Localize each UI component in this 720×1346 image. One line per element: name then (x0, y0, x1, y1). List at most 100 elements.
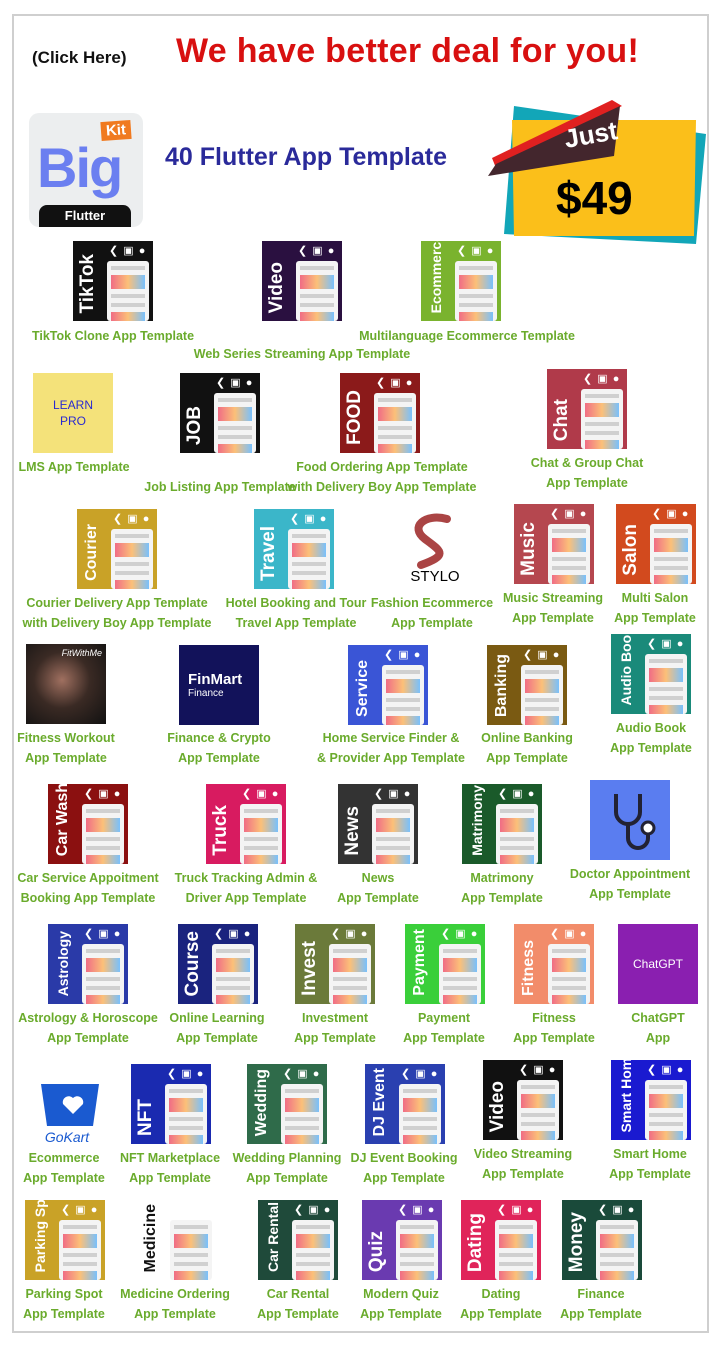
template-caption-multilanguage-ecommerce-template[interactable]: Multilanguage Ecommerce Template (347, 326, 587, 346)
tile-label: Quiz (366, 1230, 387, 1272)
platform-icons: ❮ ▣ ● (113, 512, 150, 525)
template-thumbnail-investment-app-template[interactable]: ❮ ▣ ● Invest (295, 924, 375, 1004)
platform-icons: ❮ ▣ ● (374, 787, 411, 800)
platform-icons: ❮ ▣ ● (441, 927, 478, 940)
app-screenshot (111, 529, 153, 589)
flutter-icon: ❮ (331, 928, 342, 940)
template-thumbnail-astrology-horoscope-app-template[interactable]: ❮ ▣ ● Astrology (48, 924, 128, 1004)
template-caption-multi-salon-app-template[interactable]: Multi Salon App Template (535, 588, 720, 628)
template-thumbnail-online-learning-app-template[interactable]: ❮ ▣ ● Course (178, 924, 258, 1004)
android-icon: ▣ (312, 245, 324, 257)
flutter-icon: ❮ (109, 245, 120, 257)
price-badge[interactable]: Just $49 (484, 96, 706, 244)
app-screenshot (396, 1220, 438, 1280)
caption-line: Multi Salon (621, 591, 689, 605)
app-screenshot (650, 524, 692, 584)
template-thumbnail-food-ordering-app-template-with-delivery-boy-app-template[interactable]: ❮ ▣ ● FOOD (340, 373, 420, 453)
template-thumbnail-car-service-appoitment-booking-app-template[interactable]: ❮ ▣ ● Car Wash (48, 784, 128, 864)
flutter-icon: ❮ (398, 1204, 409, 1216)
platform-icons: ❮ ▣ ● (109, 244, 146, 257)
template-caption-smart-home-app-template[interactable]: Smart Home App Template (530, 1144, 720, 1184)
apple-icon: ● (579, 928, 588, 940)
template-thumbnail-hotel-booking-and-tour-travel-app-template[interactable]: ❮ ▣ ● Travel (254, 509, 334, 589)
platform-icons: ❮ ▣ ● (519, 1063, 556, 1076)
app-screenshot (107, 261, 149, 321)
template-caption-audio-book-app-template[interactable]: Audio Book App Template (531, 718, 720, 758)
template-thumbnail-medicine-ordering-app-template[interactable]: ❮ ▣ ● Medicine (136, 1200, 216, 1280)
apple-icon: ● (323, 1204, 332, 1216)
tile-label: Audio Book (618, 634, 634, 706)
template-thumbnail-multi-salon-app-template[interactable]: ❮ ▣ ● Salon (616, 504, 696, 584)
template-thumbnail-matrimony-app-template[interactable]: ❮ ▣ ● Matrimony (462, 784, 542, 864)
caption-line: Smart Home (613, 1147, 687, 1161)
template-thumbnail-fitness-workout-app-template[interactable]: FitWithMe (26, 644, 106, 724)
click-here-link[interactable]: (Click Here) (32, 48, 126, 68)
tile-label: Courier (83, 524, 100, 581)
template-thumbnail-dj-event-booking-app-template[interactable]: ❮ ▣ ● DJ Event (365, 1064, 445, 1144)
tile-label: Astrology (55, 930, 71, 996)
template-thumbnail-finance-crypto-app-template[interactable]: FinMart Finance (179, 645, 259, 725)
flutter-icon: ❮ (498, 788, 509, 800)
template-thumbnail-ecommerce-app-template[interactable]: GoKart (33, 1064, 113, 1144)
template-thumbnail-car-rental-app-template[interactable]: ❮ ▣ ● Car Rental (258, 1200, 338, 1280)
template-caption-web-series-streaming-app-template[interactable]: Web Series Streaming App Template (182, 344, 422, 364)
apple-icon: ● (552, 649, 561, 661)
template-thumbnail-chatgpt-app[interactable]: ChatGPT (618, 924, 698, 1004)
caption-line: App Template (546, 476, 628, 490)
template-thumbnail-video-streaming-app-template[interactable]: ❮ ▣ ● Video (483, 1060, 563, 1140)
big-kit-flutter-logo[interactable]: Big Kit Flutter (29, 113, 143, 227)
flutter-icon: ❮ (214, 928, 225, 940)
template-thumbnail-tiktok-clone-app-template[interactable]: ❮ ▣ ● TikTok (73, 241, 153, 321)
caption-line: App Template (614, 611, 696, 625)
template-caption-chat-group-chat-app-template[interactable]: Chat & Group Chat App Template (467, 453, 707, 493)
template-thumbnail-dating-app-template[interactable]: ❮ ▣ ● Dating (461, 1200, 541, 1280)
flutter-icon: ❮ (84, 928, 95, 940)
template-thumbnail-chat-group-chat-app-template[interactable]: ❮ ▣ ● Chat (547, 369, 627, 449)
apple-icon: ● (526, 1204, 535, 1216)
template-thumbnail-music-streaming-app-template[interactable]: ❮ ▣ ● Music (514, 504, 594, 584)
template-thumbnail-web-series-streaming-app-template[interactable]: ❮ ▣ ● Video (262, 241, 342, 321)
flutter-icon: ❮ (376, 377, 387, 389)
template-thumbnail-fitness-app-template[interactable]: ❮ ▣ ● Fitness (514, 924, 594, 1004)
template-thumbnail-news-app-template[interactable]: ❮ ▣ ● News (338, 784, 418, 864)
template-thumbnail-courier-delivery-app-template-with-delivery-boy-app-template[interactable]: ❮ ▣ ● Courier (77, 509, 157, 589)
template-caption-chatgpt-app[interactable]: ChatGPT App (538, 1008, 720, 1048)
template-thumbnail-nft-marketplace-app-template[interactable]: ❮ ▣ ● NFT (131, 1064, 211, 1144)
template-caption-finance-app-template[interactable]: Finance App Template (481, 1284, 720, 1324)
app-screenshot (521, 665, 563, 725)
template-thumbnail-wedding-planning-app-template[interactable]: ❮ ▣ ● Wedding (247, 1064, 327, 1144)
template-thumbnail-online-banking-app-template[interactable]: ❮ ▣ ● Banking (487, 645, 567, 725)
template-thumbnail-multilanguage-ecommerce-template[interactable]: ❮ ▣ ● Ecommerce (421, 241, 501, 321)
template-caption-doctor-appointment-app-template[interactable]: Doctor Appointment App Template (510, 864, 720, 904)
app-screenshot (374, 393, 416, 453)
platform-icons: ❮ ▣ ● (498, 787, 535, 800)
flutter-icon: ❮ (298, 245, 309, 257)
apple-icon: ● (90, 1204, 99, 1216)
template-thumbnail-smart-home-app-template[interactable]: ❮ ▣ ● Smart Home (611, 1060, 691, 1140)
template-caption-food-ordering-app-template-with-delivery-boy-app-template[interactable]: Food Ordering App Template with Delivery … (262, 457, 502, 497)
template-thumbnail-lms-app-template[interactable]: LEARN PRO (33, 373, 113, 453)
template-thumbnail-job-listing-app-template[interactable]: ❮ ▣ ● JOB (180, 373, 260, 453)
template-thumbnail-parking-spot-app-template[interactable]: ❮ ▣ ● Parking Spot (25, 1200, 105, 1280)
template-thumbnail-doctor-appointment-app-template[interactable] (590, 780, 670, 860)
apple-icon: ● (427, 1204, 436, 1216)
template-thumbnail-modern-quiz-app-template[interactable]: ❮ ▣ ● Quiz (362, 1200, 442, 1280)
template-thumbnail-fashion-ecommerce-app-template[interactable]: STYLO (395, 505, 475, 585)
fitwithme-label: FitWithMe (61, 648, 102, 658)
flutter-icon: ❮ (441, 928, 452, 940)
platform-icons: ❮ ▣ ● (214, 927, 251, 940)
template-caption-lms-app-template[interactable]: LMS App Template (0, 457, 194, 477)
template-thumbnail-truck-tracking-admin-driver-app-template[interactable]: ❮ ▣ ● Truck (206, 784, 286, 864)
template-thumbnail-audio-book-app-template[interactable]: ❮ ▣ ● Audio Book (611, 634, 691, 714)
template-thumbnail-payment-app-template[interactable]: ❮ ▣ ● Payment (405, 924, 485, 1004)
flutter-icon: ❮ (374, 788, 385, 800)
headline: We have better deal for you! (176, 32, 640, 70)
template-caption-tiktok-clone-app-template[interactable]: TikTok Clone App Template (0, 326, 233, 346)
learn-pro-label: LEARN PRO (52, 398, 93, 428)
template-thumbnail-finance-app-template[interactable]: ❮ ▣ ● Money (562, 1200, 642, 1280)
template-thumbnail-home-service-finder-provider-app-template[interactable]: ❮ ▣ ● Service (348, 645, 428, 725)
app-screenshot (495, 1220, 537, 1280)
flutter-icon: ❮ (113, 513, 124, 525)
android-icon: ▣ (186, 1204, 198, 1216)
platform-icons: ❮ ▣ ● (376, 376, 413, 389)
